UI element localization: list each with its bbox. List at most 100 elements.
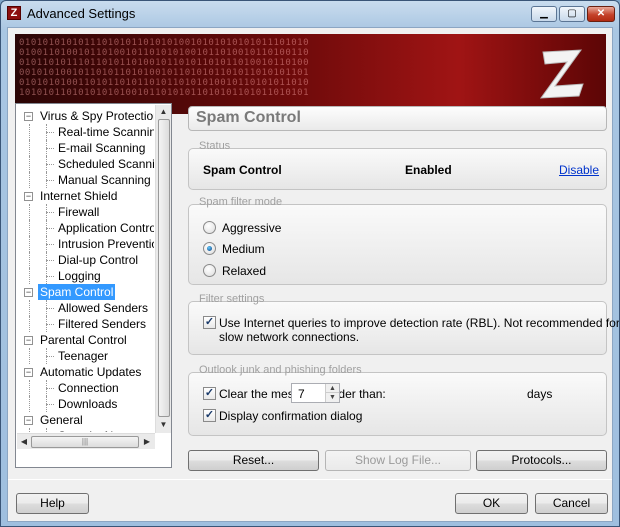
tree-connector (46, 356, 54, 357)
radio-relaxed-label[interactable]: Relaxed (222, 264, 266, 278)
stepper-up-icon[interactable]: ▲ (326, 384, 339, 393)
tree-item-label[interactable]: Downloads (56, 396, 119, 412)
tree-item-label[interactable]: Spam Control (38, 284, 116, 300)
tree-item-label[interactable]: E-mail Scanning (56, 140, 147, 156)
maximize-button[interactable]: ▢ (559, 6, 585, 22)
collapse-icon[interactable]: − (24, 192, 33, 201)
close-button[interactable]: ✕ (587, 6, 615, 22)
tree-item-label[interactable]: Virus & Spy Protection (38, 108, 154, 124)
status-name: Spam Control (203, 163, 282, 177)
scroll-thumb[interactable] (158, 119, 170, 417)
tree-group-node[interactable]: − General (18, 412, 154, 428)
tree-item[interactable]: Scheduled Scanning (18, 156, 154, 172)
help-button[interactable]: Help (16, 493, 89, 514)
tree-item[interactable]: Firewall (18, 204, 154, 220)
tree-group-node[interactable]: − Parental Control (18, 332, 154, 348)
tree-item-label[interactable]: Internet Shield (38, 188, 119, 204)
tree-item[interactable]: Application Control (18, 220, 154, 236)
ok-button[interactable]: OK (455, 493, 528, 514)
radio-aggressive-label[interactable]: Aggressive (222, 221, 281, 235)
tree-item[interactable]: Intrusion Prevention (18, 236, 154, 252)
tree-item-label[interactable]: Manual Scanning (56, 172, 153, 188)
tree-connector (46, 212, 54, 213)
tree-item-label[interactable]: Security News (56, 428, 137, 432)
radio-medium-label[interactable]: Medium (222, 242, 265, 256)
tree-item[interactable]: Allowed Senders (18, 300, 154, 316)
disable-link[interactable]: Disable (559, 163, 599, 177)
outlook-folders-group: Outlook junk and phishing folders ✓ Clea… (188, 364, 607, 436)
tree-item-label[interactable]: Allowed Senders (56, 300, 150, 316)
tree-connector (46, 244, 54, 245)
tree-item[interactable]: Security News (18, 428, 154, 432)
radio-aggressive[interactable] (203, 221, 216, 234)
scroll-down-icon[interactable]: ▼ (158, 419, 169, 431)
tree-item-label[interactable]: Firewall (56, 204, 101, 220)
tree-group-node[interactable]: − Automatic Updates (18, 364, 154, 380)
tree-item[interactable]: Teenager (18, 348, 154, 364)
tree-item-label[interactable]: Scheduled Scanning (56, 156, 154, 172)
settings-tree[interactable]: − Virus & Spy Protection Real-time Scannin… (15, 103, 172, 468)
tree-item-label[interactable]: Automatic Updates (38, 364, 143, 380)
days-value[interactable]: 7 (298, 387, 305, 401)
days-stepper[interactable]: 7 ▲ ▼ (291, 383, 340, 403)
collapse-icon[interactable]: − (24, 288, 33, 297)
title-bar[interactable]: Z Advanced Settings ▁ ▢ ✕ (1, 1, 619, 27)
tree-item[interactable]: Dial-up Control (18, 252, 154, 268)
tree-item-label[interactable]: Logging (56, 268, 103, 284)
tree-item-label[interactable]: Teenager (56, 348, 110, 364)
tree-item[interactable]: Connection (18, 380, 154, 396)
scroll-left-icon[interactable]: ◀ (18, 436, 30, 448)
tree-horizontal-scrollbar[interactable]: ◀ ||| ▶ (17, 433, 155, 449)
protocols-button[interactable]: Protocols... (476, 450, 607, 471)
tree-item[interactable]: Real-time Scanning (18, 124, 154, 140)
tree-group-node[interactable]: − Internet Shield (18, 188, 154, 204)
tree-connector (46, 132, 54, 133)
tree-item-label[interactable]: Dial-up Control (56, 252, 140, 268)
tree-connector (46, 260, 54, 261)
tree-item-label[interactable]: Intrusion Prevention (56, 236, 154, 252)
collapse-icon[interactable]: − (24, 416, 33, 425)
confirmation-dialog-label[interactable]: Display confirmation dialog (219, 409, 362, 423)
binary-pattern: 0101010101011101010110101010010101010101… (19, 38, 439, 98)
rbl-label-line1[interactable]: Use Internet queries to improve detectio… (219, 316, 619, 330)
tree-item[interactable]: Filtered Senders (18, 316, 154, 332)
show-log-button-label: Show Log File... (354, 453, 442, 467)
cancel-button[interactable]: Cancel (535, 493, 608, 514)
radio-relaxed[interactable] (203, 264, 216, 277)
rbl-label-line2[interactable]: slow network connections. (219, 330, 359, 344)
tree-item-label[interactable]: Connection (56, 380, 121, 396)
tree-item-label[interactable]: General (38, 412, 85, 428)
tree-item-label[interactable]: Filtered Senders (56, 316, 148, 332)
collapse-icon[interactable]: − (24, 336, 33, 345)
tree-item-label[interactable]: Real-time Scanning (56, 124, 154, 140)
tree-item[interactable]: Logging (18, 268, 154, 284)
tree-items: − Virus & Spy Protection Real-time Scannin… (18, 108, 154, 432)
reset-button[interactable]: Reset... (188, 450, 319, 471)
collapse-icon[interactable]: − (24, 112, 33, 121)
tree-item-label[interactable]: Parental Control (38, 332, 129, 348)
show-log-file-button[interactable]: Show Log File... (325, 450, 471, 471)
hscroll-thumb[interactable]: ||| (31, 436, 139, 448)
scroll-up-icon[interactable]: ▲ (158, 106, 169, 118)
scroll-right-icon[interactable]: ▶ (141, 436, 153, 448)
tree-item-label[interactable]: Application Control (56, 220, 154, 236)
tree-item[interactable]: Manual Scanning (18, 172, 154, 188)
tree-connector (29, 316, 30, 332)
tree-group-node[interactable]: − Virus & Spy Protection (18, 108, 154, 124)
tree-item[interactable]: Downloads (18, 396, 154, 412)
tree-connector (29, 220, 30, 236)
stepper-down-icon[interactable]: ▼ (326, 393, 339, 402)
rbl-checkbox[interactable]: ✓ (203, 316, 216, 329)
confirmation-dialog-checkbox[interactable]: ✓ (203, 409, 216, 422)
tree-connector (29, 140, 30, 156)
radio-medium[interactable] (203, 242, 216, 255)
tree-group-node[interactable]: − Spam Control (18, 284, 154, 300)
minimize-button[interactable]: ▁ (531, 6, 557, 22)
collapse-icon[interactable]: − (24, 368, 33, 377)
tree-vertical-scrollbar[interactable]: ▲ ▼ (155, 105, 171, 433)
tree-connector (29, 204, 30, 220)
tree-connector (29, 300, 30, 316)
clear-messages-checkbox[interactable]: ✓ (203, 387, 216, 400)
tree-item[interactable]: E-mail Scanning (18, 140, 154, 156)
filter-settings-legend: Filter settings (199, 293, 265, 305)
